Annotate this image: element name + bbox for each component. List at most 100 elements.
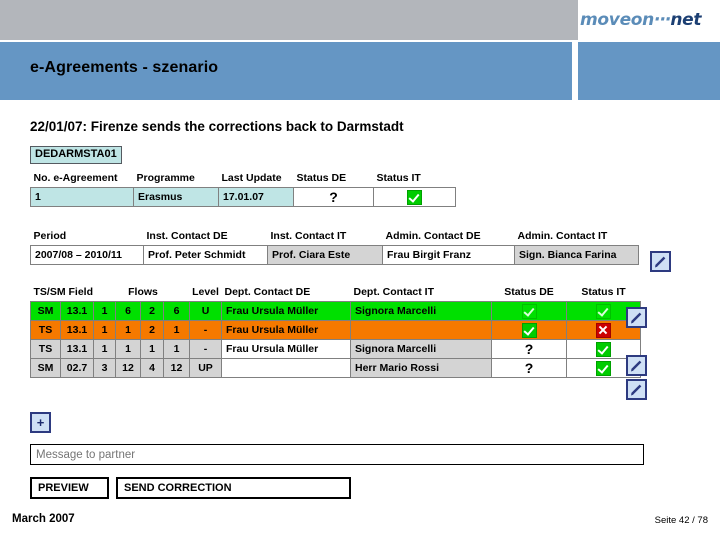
pencil-icon[interactable] bbox=[626, 355, 647, 376]
edit-flow-row-3-button[interactable] bbox=[626, 355, 647, 376]
flows-table-header-row: TS/SM Field Flows Level Dept. Contact DE… bbox=[31, 286, 641, 302]
cell-inst-contact-de: Prof. Peter Schmidt bbox=[143, 245, 268, 265]
cell-admin-contact-de: Frau Birgit Franz bbox=[382, 245, 515, 265]
agreement-table-header-row: No. e-Agreement Programme Last Update St… bbox=[31, 172, 456, 188]
cell-admin-contact-it: Sign. Bianca Farina bbox=[514, 245, 639, 265]
table-row[interactable]: TS 13.1 1 1 1 1 - Frau Ursula Müller Sig… bbox=[30, 339, 641, 359]
page-title: e-Agreements - szenario bbox=[30, 59, 219, 76]
cell-flow-4: 1 bbox=[163, 339, 190, 359]
col-header-tssm-field: TS/SM Field bbox=[33, 286, 94, 298]
col-header-no-eagreement: No. e-Agreement bbox=[33, 172, 118, 184]
footer-page-number: Seite 42 / 78 bbox=[654, 515, 708, 526]
status-check-icon bbox=[596, 303, 611, 319]
cell-flow-3: 2 bbox=[140, 301, 164, 321]
table-row[interactable]: 1 Erasmus 17.01.07 ? bbox=[30, 187, 456, 207]
add-row-button[interactable]: + bbox=[30, 412, 51, 433]
agreement-table: No. e-Agreement Programme Last Update St… bbox=[30, 172, 456, 207]
logo-dots-icon: ··· bbox=[654, 10, 671, 30]
cell-status-de: ? bbox=[491, 339, 567, 359]
edit-period-button[interactable] bbox=[650, 251, 671, 272]
scenario-subtitle: 22/01/07: Firenze sends the corrections … bbox=[30, 119, 404, 134]
cell-status-de bbox=[491, 301, 567, 321]
pencil-icon[interactable] bbox=[626, 379, 647, 400]
message-to-partner-input[interactable] bbox=[30, 444, 644, 465]
table-row[interactable]: TS 13.1 1 1 2 1 - Frau Ursula Müller bbox=[30, 320, 641, 340]
flows-table: TS/SM Field Flows Level Dept. Contact DE… bbox=[30, 286, 641, 378]
cell-level: - bbox=[189, 320, 222, 340]
cell-status-de: ? bbox=[491, 358, 567, 378]
cell-status-de: ? bbox=[293, 187, 374, 207]
cell-status-de bbox=[491, 320, 567, 340]
flows-table-body: SM 13.1 1 6 2 6 U Frau Ursula Müller Sig… bbox=[30, 301, 641, 378]
header-gray-bar bbox=[0, 0, 578, 40]
cell-flow-2: 12 bbox=[115, 358, 141, 378]
cell-flow-2: 1 bbox=[115, 320, 141, 340]
cell-level: UP bbox=[189, 358, 222, 378]
period-table-header-row: Period Inst. Contact DE Inst. Contact IT… bbox=[31, 230, 639, 246]
table-row[interactable]: SM 13.1 1 6 2 6 U Frau Ursula Müller Sig… bbox=[30, 301, 641, 321]
cell-type: TS bbox=[30, 320, 61, 340]
status-check-icon bbox=[596, 341, 611, 357]
send-correction-button[interactable]: SEND CORRECTION bbox=[116, 477, 351, 499]
cell-flow-1: 1 bbox=[93, 320, 116, 340]
footer-date: March 2007 bbox=[12, 513, 75, 525]
col-header-period: Period bbox=[33, 230, 67, 242]
status-check-icon bbox=[521, 303, 537, 319]
cell-type: TS bbox=[30, 339, 61, 359]
brand-logo: moveon···net bbox=[578, 0, 720, 40]
cell-flow-3: 2 bbox=[140, 320, 164, 340]
table-row[interactable]: SM 02.7 3 12 4 12 UP Herr Mario Rossi ? bbox=[30, 358, 641, 378]
cell-flow-3: 4 bbox=[140, 358, 164, 378]
cell-flow-2: 6 bbox=[115, 301, 141, 321]
status-check-icon bbox=[596, 360, 611, 376]
institution-code-badge: DEDARMSTA01 bbox=[30, 146, 122, 164]
cell-flow-1: 1 bbox=[93, 301, 116, 321]
question-mark-icon: ? bbox=[524, 340, 534, 357]
cell-flow-1: 3 bbox=[93, 358, 116, 378]
col-header-dept-contact-it: Dept. Contact IT bbox=[353, 286, 435, 298]
table-row[interactable]: 2007/08 – 2010/11 Prof. Peter Schmidt Pr… bbox=[30, 245, 639, 265]
cell-flow-1: 1 bbox=[93, 339, 116, 359]
col-header-flows-status-it: Status IT bbox=[581, 286, 626, 298]
cell-field: 13.1 bbox=[60, 320, 94, 340]
cell-type: SM bbox=[30, 301, 61, 321]
col-header-status-it: Status IT bbox=[376, 172, 421, 184]
cell-field: 02.7 bbox=[60, 358, 94, 378]
cell-programme: Erasmus bbox=[133, 187, 219, 207]
col-header-dept-contact-de: Dept. Contact DE bbox=[224, 286, 311, 298]
cell-flow-4: 6 bbox=[163, 301, 190, 321]
preview-button[interactable]: PREVIEW bbox=[30, 477, 109, 499]
cell-inst-contact-it: Prof. Ciara Este bbox=[267, 245, 383, 265]
cell-dept-contact-de: Frau Ursula Müller bbox=[221, 339, 351, 359]
period-table: Period Inst. Contact DE Inst. Contact IT… bbox=[30, 230, 639, 265]
col-header-programme: Programme bbox=[136, 172, 195, 184]
question-mark-icon: ? bbox=[524, 359, 534, 376]
edit-flow-row-1-button[interactable] bbox=[626, 307, 647, 328]
cell-level: U bbox=[189, 301, 222, 321]
cell-dept-contact-it: Signora Marcelli bbox=[350, 301, 492, 321]
cell-field: 13.1 bbox=[60, 301, 94, 321]
pencil-icon[interactable] bbox=[650, 251, 671, 272]
pencil-icon[interactable] bbox=[626, 307, 647, 328]
header-blue-bar-right bbox=[578, 42, 720, 100]
cell-dept-contact-de: Frau Ursula Müller bbox=[221, 320, 351, 340]
col-header-admin-contact-de: Admin. Contact DE bbox=[385, 230, 481, 242]
cell-dept-contact-it bbox=[350, 320, 492, 340]
col-header-admin-contact-it: Admin. Contact IT bbox=[517, 230, 608, 242]
col-header-flows: Flows bbox=[128, 286, 158, 298]
logo-text-moveon: moveon bbox=[580, 10, 654, 30]
edit-flow-row-4-button[interactable] bbox=[626, 379, 647, 400]
cell-field: 13.1 bbox=[60, 339, 94, 359]
col-header-flows-status-de: Status DE bbox=[504, 286, 554, 298]
cell-dept-contact-de: Frau Ursula Müller bbox=[221, 301, 351, 321]
cell-flow-3: 1 bbox=[140, 339, 164, 359]
col-header-inst-contact-de: Inst. Contact DE bbox=[146, 230, 228, 242]
cell-flow-4: 12 bbox=[163, 358, 190, 378]
page-header: moveon···net e-Agreements - szenario bbox=[0, 0, 720, 104]
col-header-inst-contact-it: Inst. Contact IT bbox=[270, 230, 347, 242]
col-header-last-update: Last Update bbox=[221, 172, 282, 184]
cell-flow-2: 1 bbox=[115, 339, 141, 359]
status-cross-icon bbox=[596, 322, 611, 338]
cell-no-eagreement: 1 bbox=[30, 187, 134, 207]
cell-period: 2007/08 – 2010/11 bbox=[30, 245, 144, 265]
